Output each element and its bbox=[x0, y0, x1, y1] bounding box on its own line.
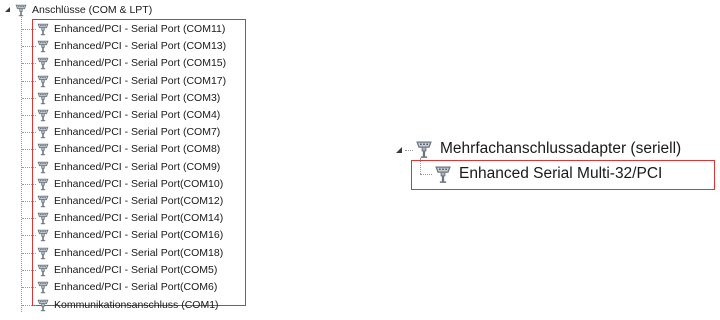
device-manager-excerpt: Anschlüsse (COM & LPT) Enhanced/PCI - Se… bbox=[0, 0, 720, 320]
adapter-device-label: Enhanced Serial Multi-32/PCI bbox=[459, 165, 663, 182]
collapse-arrow-icon[interactable] bbox=[396, 147, 402, 153]
serial-port-icon bbox=[414, 139, 434, 159]
adapter-device-row[interactable]: Enhanced Serial Multi-32/PCI bbox=[433, 163, 662, 185]
adapter-category-row[interactable]: Mehrfachanschlussadapter (seriell) bbox=[414, 138, 681, 160]
tree-connector-line bbox=[420, 174, 432, 175]
tree-connector-line bbox=[405, 150, 413, 151]
adapter-tree: Mehrfachanschlussadapter (seriell) Enhan… bbox=[0, 0, 720, 320]
adapter-category-label: Mehrfachanschlussadapter (seriell) bbox=[440, 140, 682, 157]
tree-connector-line bbox=[420, 158, 421, 174]
serial-port-icon bbox=[433, 164, 453, 184]
